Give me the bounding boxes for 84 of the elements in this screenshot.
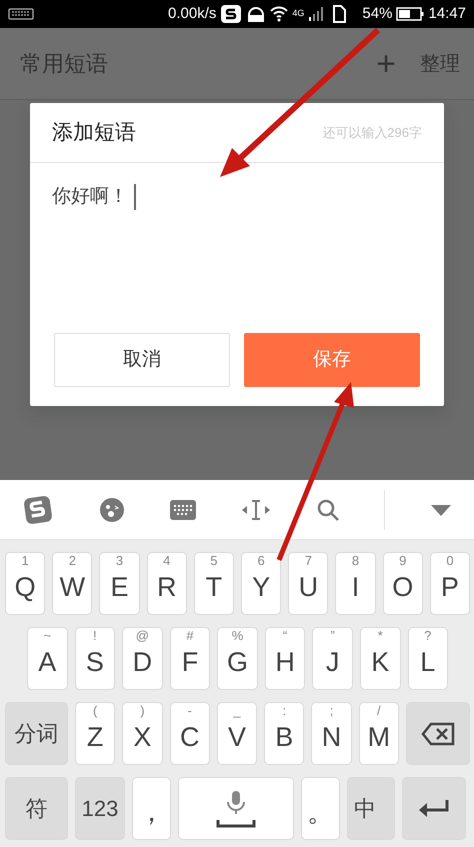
letter-key[interactable]: % G: [217, 627, 258, 690]
network-speed: 0.00k/s: [168, 4, 216, 24]
key-hint: @: [134, 628, 150, 644]
language-key[interactable]: 中: [347, 777, 395, 840]
key-hint: 5: [209, 553, 219, 569]
battery-icon: [396, 7, 424, 21]
key-hint: ): [139, 703, 146, 719]
signal-icon: [308, 6, 324, 22]
key-hint: %: [230, 628, 244, 644]
key-hint: !: [92, 628, 98, 644]
letter-key[interactable]: 9 O: [382, 552, 423, 615]
keyboard-icon[interactable]: [169, 498, 198, 520]
emoji-icon[interactable]: [98, 496, 125, 522]
dropdown-arrow-icon[interactable]: [430, 502, 452, 516]
key-hint: 8: [350, 553, 360, 569]
letter-key[interactable]: @ D: [122, 627, 163, 690]
backspace-icon: [420, 722, 455, 746]
enter-key[interactable]: [402, 777, 466, 840]
letter-key[interactable]: _ V: [216, 702, 258, 765]
delete-key[interactable]: [406, 702, 470, 765]
network-type: 4G: [292, 7, 304, 20]
letter-key[interactable]: “ H: [264, 627, 306, 690]
letter-key[interactable]: 8 I: [335, 552, 376, 615]
char-counter: 还可以输入296字: [322, 124, 422, 142]
search-icon[interactable]: [316, 498, 340, 522]
phrase-input[interactable]: 你好啊！: [30, 163, 444, 333]
letter-key[interactable]: 0 P: [430, 552, 470, 615]
clock: 14:47: [428, 4, 466, 24]
function-key[interactable]: 符: [5, 777, 68, 840]
page-title: 常用短语: [20, 50, 108, 78]
letter-key[interactable]: ! S: [74, 627, 116, 690]
letter-key[interactable]: ” J: [312, 627, 353, 690]
keyboard-icon: [8, 8, 34, 20]
key-hint: /: [376, 703, 382, 719]
letter-key[interactable]: ; N: [311, 702, 352, 765]
punctuation-key[interactable]: ，: [132, 777, 171, 840]
letter-key[interactable]: 1 Q: [5, 552, 46, 615]
key-hint: *: [376, 628, 384, 644]
key-hint: 1: [20, 553, 30, 569]
dialog-title: 添加短语: [52, 120, 136, 146]
cancel-button[interactable]: 取消: [54, 333, 230, 387]
key-hint: 6: [256, 553, 266, 569]
battery-percent: 54%: [362, 4, 392, 24]
key-hint: 7: [304, 553, 313, 569]
function-key[interactable]: 分词: [5, 702, 68, 765]
letter-key[interactable]: 2 W: [52, 552, 92, 615]
letter-key[interactable]: ( Z: [75, 702, 116, 765]
letter-key[interactable]: ~ A: [27, 627, 68, 690]
letter-key[interactable]: 6 Y: [241, 552, 282, 615]
letter-key[interactable]: 5 T: [194, 552, 234, 615]
key-hint: 0: [445, 553, 455, 569]
key-hint: -: [186, 703, 193, 719]
key-hint: ~: [42, 628, 52, 644]
s-logo-icon: [220, 4, 242, 24]
key-hint: :: [281, 703, 288, 719]
sim-card-icon: [332, 5, 346, 23]
key-hint: ?: [423, 628, 432, 644]
letter-key[interactable]: * K: [360, 627, 400, 690]
letter-key[interactable]: - C: [170, 702, 210, 765]
key-hint: #: [185, 628, 195, 644]
letter-key[interactable]: / M: [358, 702, 399, 765]
key-hint: “: [282, 628, 288, 644]
microphone-space-icon: [216, 790, 256, 828]
letter-key[interactable]: # F: [170, 627, 210, 690]
function-key[interactable]: 123: [75, 777, 125, 840]
letter-key[interactable]: : B: [264, 702, 304, 765]
enter-icon: [417, 798, 451, 820]
key-hint: _: [232, 703, 242, 719]
letter-key[interactable]: ? L: [408, 627, 448, 690]
wifi-icon: [270, 6, 288, 22]
punctuation-key[interactable]: 。: [301, 777, 340, 840]
key-hint: 2: [68, 553, 77, 569]
key-hint: ;: [328, 703, 334, 719]
key-hint: ”: [329, 628, 336, 644]
letter-key[interactable]: ) X: [122, 702, 163, 765]
key-hint: (: [92, 703, 98, 719]
letter-key[interactable]: 4 R: [146, 552, 187, 615]
letter-key[interactable]: 3 E: [99, 552, 140, 615]
cursor-move-icon[interactable]: [241, 498, 272, 520]
key-hint: 3: [114, 553, 124, 569]
space-key[interactable]: [178, 777, 294, 840]
key-hint: 4: [162, 553, 172, 569]
letter-key[interactable]: 7 U: [288, 552, 328, 615]
key-hint: 9: [398, 553, 408, 569]
